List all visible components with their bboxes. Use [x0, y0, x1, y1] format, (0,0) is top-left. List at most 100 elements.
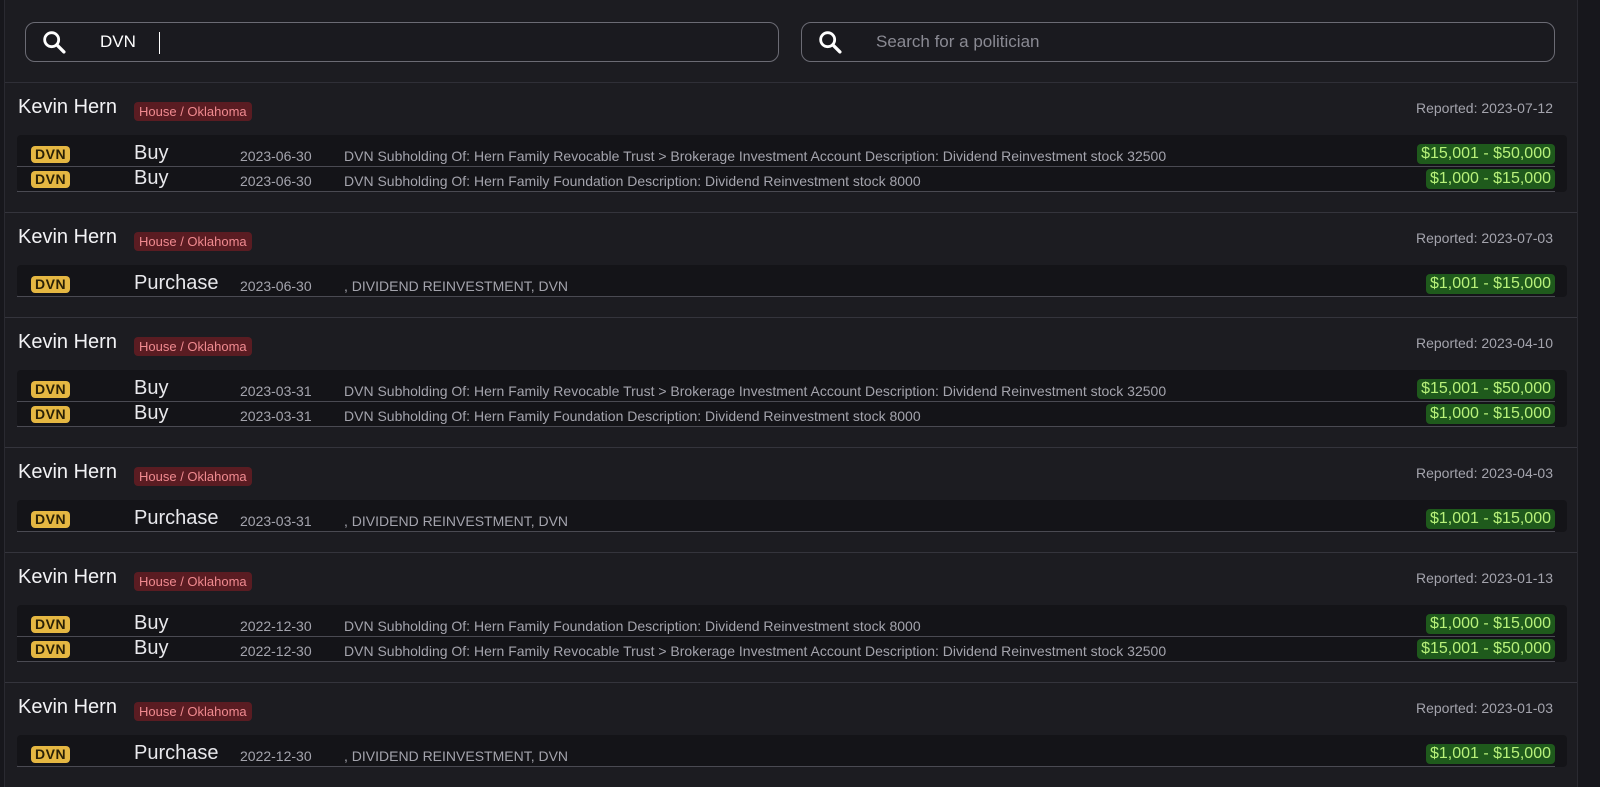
disclosure-header: Kevin Hern House / Oklahoma Reported: 2023… — [5, 683, 1577, 735]
ticker-badge[interactable]: DVN — [31, 746, 71, 763]
app-window: Kevin Hern House / Oklahoma Reported: 2023… — [4, 0, 1578, 787]
trade-row[interactable]: DVN Purchase 2023-06-30 , DIVIDEND REINVEST… — [17, 272, 1555, 297]
transaction-type: Buy — [134, 637, 169, 659]
amount-range-badge: $15,001 - $50,000 — [1417, 379, 1555, 399]
transaction-description: DVN Subholding Of: Hern Family Revocable… — [344, 383, 1167, 399]
transaction-type: Purchase — [134, 507, 219, 529]
amount-range-badge: $1,001 - $15,000 — [1426, 274, 1555, 294]
transaction-date: 2023-06-30 — [240, 278, 312, 294]
transaction-description: DVN Subholding Of: Hern Family Foundatio… — [344, 173, 921, 189]
politician-search-box[interactable] — [801, 22, 1555, 62]
amount-range-badge: $1,001 - $15,000 — [1426, 509, 1555, 529]
ticker-search-input[interactable] — [98, 31, 702, 53]
transaction-description: , DIVIDEND REINVESTMENT, DVN — [344, 748, 569, 764]
text-caret — [159, 32, 160, 54]
reported-date: Reported: 2023-07-03 — [1416, 230, 1553, 246]
amount-range-badge: $15,001 - $50,000 — [1417, 144, 1555, 164]
disclosure-group: Kevin Hern House / Oklahoma Reported: 2023… — [5, 318, 1577, 448]
transaction-type: Purchase — [134, 742, 219, 764]
disclosure-group: Kevin Hern House / Oklahoma Reported: 2023… — [5, 448, 1577, 553]
trades-list: DVN Buy 2023-06-30 DVN Subholding Of: Hern … — [17, 135, 1567, 192]
trades-list: DVN Purchase 2022-12-30 , DIVIDEND REINVEST… — [17, 735, 1567, 767]
disclosure-header: Kevin Hern House / Oklahoma Reported: 2023… — [5, 553, 1577, 605]
transaction-date: 2022-12-30 — [240, 618, 312, 634]
trades-list: DVN Buy 2022-12-30 DVN Subholding Of: Hern … — [17, 605, 1567, 662]
transaction-description: DVN Subholding Of: Hern Family Revocable… — [344, 148, 1167, 164]
reported-date: Reported: 2023-01-03 — [1416, 700, 1553, 716]
ticker-badge[interactable]: DVN — [31, 511, 71, 528]
amount-range-badge: $1,001 - $15,000 — [1426, 744, 1555, 764]
ticker-badge[interactable]: DVN — [31, 171, 71, 188]
transaction-description: , DIVIDEND REINVESTMENT, DVN — [344, 513, 569, 529]
transaction-date: 2023-03-31 — [240, 383, 312, 399]
ticker-badge[interactable]: DVN — [31, 406, 71, 423]
politician-name[interactable]: Kevin Hern — [18, 461, 117, 484]
transaction-description: DVN Subholding Of: Hern Family Revocable… — [344, 643, 1167, 659]
ticker-badge[interactable]: DVN — [31, 641, 71, 658]
transaction-type: Purchase — [134, 272, 219, 294]
results-list: Kevin Hern House / Oklahoma Reported: 2023… — [5, 83, 1577, 787]
ticker-badge[interactable]: DVN — [31, 276, 71, 293]
search-icon — [43, 31, 66, 54]
chamber-badge: House / Oklahoma — [134, 337, 252, 356]
transaction-type: Buy — [134, 167, 169, 189]
chamber-badge: House / Oklahoma — [134, 467, 252, 486]
politician-search-input[interactable] — [874, 31, 1478, 53]
politician-name[interactable]: Kevin Hern — [18, 331, 117, 354]
disclosure-header: Kevin Hern House / Oklahoma Reported: 2023… — [5, 83, 1577, 135]
reported-date: Reported: 2023-04-10 — [1416, 335, 1553, 351]
transaction-type: Buy — [134, 402, 169, 424]
disclosure-header: Kevin Hern House / Oklahoma Reported: 2023… — [5, 448, 1577, 500]
reported-date: Reported: 2023-01-13 — [1416, 570, 1553, 586]
amount-range-badge: $15,001 - $50,000 — [1417, 639, 1555, 659]
transaction-date: 2023-03-31 — [240, 513, 312, 529]
transaction-description: DVN Subholding Of: Hern Family Foundatio… — [344, 408, 921, 424]
transaction-type: Buy — [134, 142, 169, 164]
politician-name[interactable]: Kevin Hern — [18, 226, 117, 249]
trades-list: DVN Purchase 2023-06-30 , DIVIDEND REINVEST… — [17, 265, 1567, 297]
ticker-badge[interactable]: DVN — [31, 381, 71, 398]
transaction-date: 2022-12-30 — [240, 748, 312, 764]
disclosure-header: Kevin Hern House / Oklahoma Reported: 2023… — [5, 213, 1577, 265]
chamber-badge: House / Oklahoma — [134, 572, 252, 591]
trade-row[interactable]: DVN Buy 2023-06-30 DVN Subholding Of: Hern … — [17, 142, 1555, 167]
trade-row[interactable]: DVN Buy 2022-12-30 DVN Subholding Of: Hern … — [17, 637, 1555, 662]
search-bar — [5, 0, 1577, 83]
politician-name[interactable]: Kevin Hern — [18, 96, 117, 119]
disclosure-header: Kevin Hern House / Oklahoma Reported: 2023… — [5, 318, 1577, 370]
transaction-type: Buy — [134, 612, 169, 634]
transaction-date: 2023-03-31 — [240, 408, 312, 424]
chamber-badge: House / Oklahoma — [134, 702, 252, 721]
disclosure-group: Kevin Hern House / Oklahoma Reported: 2023… — [5, 83, 1577, 213]
trade-row[interactable]: DVN Buy 2023-06-30 DVN Subholding Of: Hern … — [17, 167, 1555, 192]
ticker-badge[interactable]: DVN — [31, 146, 71, 163]
transaction-description: DVN Subholding Of: Hern Family Foundatio… — [344, 618, 921, 634]
trades-list: DVN Purchase 2023-03-31 , DIVIDEND REINVEST… — [17, 500, 1567, 532]
reported-date: Reported: 2023-07-12 — [1416, 100, 1553, 116]
politician-name[interactable]: Kevin Hern — [18, 696, 117, 719]
reported-date: Reported: 2023-04-03 — [1416, 465, 1553, 481]
disclosure-group: Kevin Hern House / Oklahoma Reported: 2023… — [5, 213, 1577, 318]
chamber-badge: House / Oklahoma — [134, 102, 252, 121]
amount-range-badge: $1,000 - $15,000 — [1426, 614, 1555, 634]
politician-name[interactable]: Kevin Hern — [18, 566, 117, 589]
transaction-type: Buy — [134, 377, 169, 399]
chamber-badge: House / Oklahoma — [134, 232, 252, 251]
transaction-date: 2023-06-30 — [240, 148, 312, 164]
search-icon — [819, 31, 842, 54]
disclosure-group: Kevin Hern House / Oklahoma Reported: 2023… — [5, 683, 1577, 787]
amount-range-badge: $1,000 - $15,000 — [1426, 404, 1555, 424]
trade-row[interactable]: DVN Purchase 2023-03-31 , DIVIDEND REINVEST… — [17, 507, 1555, 532]
transaction-date: 2022-12-30 — [240, 643, 312, 659]
amount-range-badge: $1,000 - $15,000 — [1426, 169, 1555, 189]
trades-list: DVN Buy 2023-03-31 DVN Subholding Of: Hern … — [17, 370, 1567, 427]
disclosure-group: Kevin Hern House / Oklahoma Reported: 2023… — [5, 553, 1577, 683]
trade-row[interactable]: DVN Purchase 2022-12-30 , DIVIDEND REINVEST… — [17, 742, 1555, 767]
trade-row[interactable]: DVN Buy 2023-03-31 DVN Subholding Of: Hern … — [17, 402, 1555, 427]
transaction-date: 2023-06-30 — [240, 173, 312, 189]
transaction-description: , DIVIDEND REINVESTMENT, DVN — [344, 278, 569, 294]
trade-row[interactable]: DVN Buy 2023-03-31 DVN Subholding Of: Hern … — [17, 377, 1555, 402]
trade-row[interactable]: DVN Buy 2022-12-30 DVN Subholding Of: Hern … — [17, 612, 1555, 637]
ticker-search-box[interactable] — [25, 22, 779, 62]
ticker-badge[interactable]: DVN — [31, 616, 71, 633]
